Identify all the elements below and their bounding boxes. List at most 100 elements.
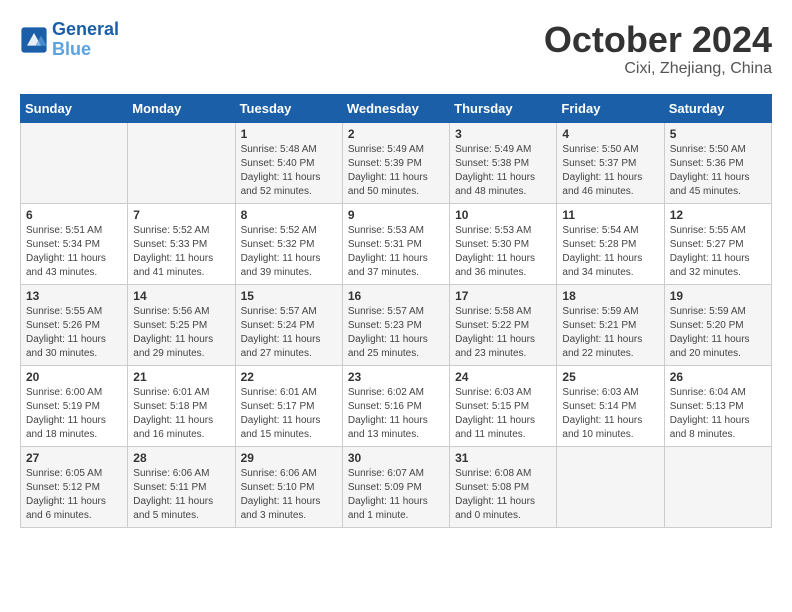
cell-content: Sunrise: 5:59 AM Sunset: 5:20 PM Dayligh… — [670, 305, 766, 361]
cell-content: Sunrise: 5:55 AM Sunset: 5:26 PM Dayligh… — [26, 305, 122, 361]
cell-content: Sunrise: 6:01 AM Sunset: 5:18 PM Dayligh… — [133, 386, 229, 442]
calendar-cell: 8 Sunrise: 5:52 AM Sunset: 5:32 PM Daylig… — [235, 203, 342, 284]
calendar-week-5: 27 Sunrise: 6:05 AM Sunset: 5:12 PM Dayli… — [21, 446, 772, 527]
cell-content: Sunrise: 6:06 AM Sunset: 5:11 PM Dayligh… — [133, 467, 229, 523]
title-block: October 2024 Cixi, Zhejiang, China — [544, 20, 772, 78]
calendar-cell — [557, 446, 664, 527]
cell-content: Sunrise: 5:56 AM Sunset: 5:25 PM Dayligh… — [133, 305, 229, 361]
location: Cixi, Zhejiang, China — [544, 60, 772, 78]
cell-content: Sunrise: 5:50 AM Sunset: 5:37 PM Dayligh… — [562, 143, 658, 199]
logo: General Blue — [20, 20, 119, 60]
day-number: 9 — [348, 208, 444, 222]
header-monday: Monday — [128, 94, 235, 122]
day-number: 13 — [26, 289, 122, 303]
calendar-cell — [128, 122, 235, 203]
cell-content: Sunrise: 6:04 AM Sunset: 5:13 PM Dayligh… — [670, 386, 766, 442]
day-number: 23 — [348, 370, 444, 384]
calendar-week-1: 1 Sunrise: 5:48 AM Sunset: 5:40 PM Daylig… — [21, 122, 772, 203]
day-number: 24 — [455, 370, 551, 384]
cell-content: Sunrise: 5:57 AM Sunset: 5:24 PM Dayligh… — [241, 305, 337, 361]
cell-content: Sunrise: 6:07 AM Sunset: 5:09 PM Dayligh… — [348, 467, 444, 523]
calendar-cell: 30 Sunrise: 6:07 AM Sunset: 5:09 PM Dayli… — [342, 446, 449, 527]
calendar-cell: 24 Sunrise: 6:03 AM Sunset: 5:15 PM Dayli… — [450, 365, 557, 446]
day-number: 27 — [26, 451, 122, 465]
cell-content: Sunrise: 6:00 AM Sunset: 5:19 PM Dayligh… — [26, 386, 122, 442]
calendar-cell: 22 Sunrise: 6:01 AM Sunset: 5:17 PM Dayli… — [235, 365, 342, 446]
calendar-cell — [664, 446, 771, 527]
page-header: General Blue October 2024 Cixi, Zhejiang… — [20, 20, 772, 78]
calendar-cell: 6Sunrise: 5:51 AM Sunset: 5:34 PM Daylig… — [21, 203, 128, 284]
calendar-cell: 28 Sunrise: 6:06 AM Sunset: 5:11 PM Dayli… — [128, 446, 235, 527]
calendar-week-3: 13 Sunrise: 5:55 AM Sunset: 5:26 PM Dayli… — [21, 284, 772, 365]
header-saturday: Saturday — [664, 94, 771, 122]
calendar-cell: 2 Sunrise: 5:49 AM Sunset: 5:39 PM Daylig… — [342, 122, 449, 203]
day-number: 19 — [670, 289, 766, 303]
cell-content: Sunrise: 5:50 AM Sunset: 5:36 PM Dayligh… — [670, 143, 766, 199]
day-number: 1 — [241, 127, 337, 141]
calendar-cell: 5 Sunrise: 5:50 AM Sunset: 5:36 PM Daylig… — [664, 122, 771, 203]
calendar-cell: 13 Sunrise: 5:55 AM Sunset: 5:26 PM Dayli… — [21, 284, 128, 365]
calendar-cell: 16Sunrise: 5:57 AM Sunset: 5:23 PM Dayli… — [342, 284, 449, 365]
cell-content: Sunrise: 6:03 AM Sunset: 5:14 PM Dayligh… — [562, 386, 658, 442]
cell-content: Sunrise: 6:03 AM Sunset: 5:15 PM Dayligh… — [455, 386, 551, 442]
calendar-cell: 29Sunrise: 6:06 AM Sunset: 5:10 PM Dayli… — [235, 446, 342, 527]
cell-content: Sunrise: 6:01 AM Sunset: 5:17 PM Dayligh… — [241, 386, 337, 442]
calendar-cell: 23 Sunrise: 6:02 AM Sunset: 5:16 PM Dayli… — [342, 365, 449, 446]
cell-content: Sunrise: 6:08 AM Sunset: 5:08 PM Dayligh… — [455, 467, 551, 523]
day-number: 25 — [562, 370, 658, 384]
calendar-week-4: 20Sunrise: 6:00 AM Sunset: 5:19 PM Dayli… — [21, 365, 772, 446]
calendar-cell: 11Sunrise: 5:54 AM Sunset: 5:28 PM Dayli… — [557, 203, 664, 284]
calendar-cell: 18 Sunrise: 5:59 AM Sunset: 5:21 PM Dayli… — [557, 284, 664, 365]
calendar-cell: 25 Sunrise: 6:03 AM Sunset: 5:14 PM Dayli… — [557, 365, 664, 446]
day-number: 14 — [133, 289, 229, 303]
day-number: 30 — [348, 451, 444, 465]
cell-content: Sunrise: 5:48 AM Sunset: 5:40 PM Dayligh… — [241, 143, 337, 199]
calendar-cell: 15Sunrise: 5:57 AM Sunset: 5:24 PM Dayli… — [235, 284, 342, 365]
cell-content: Sunrise: 5:49 AM Sunset: 5:39 PM Dayligh… — [348, 143, 444, 199]
cell-content: Sunrise: 5:51 AM Sunset: 5:34 PM Dayligh… — [26, 224, 122, 280]
cell-content: Sunrise: 5:49 AM Sunset: 5:38 PM Dayligh… — [455, 143, 551, 199]
calendar-cell: 20Sunrise: 6:00 AM Sunset: 5:19 PM Dayli… — [21, 365, 128, 446]
logo-line1: General — [52, 19, 119, 39]
header-sunday: Sunday — [21, 94, 128, 122]
day-number: 21 — [133, 370, 229, 384]
calendar-cell: 21 Sunrise: 6:01 AM Sunset: 5:18 PM Dayli… — [128, 365, 235, 446]
cell-content: Sunrise: 5:54 AM Sunset: 5:28 PM Dayligh… — [562, 224, 658, 280]
cell-content: Sunrise: 6:06 AM Sunset: 5:10 PM Dayligh… — [241, 467, 337, 523]
calendar-cell: 31Sunrise: 6:08 AM Sunset: 5:08 PM Dayli… — [450, 446, 557, 527]
calendar-cell — [21, 122, 128, 203]
calendar-cell: 12 Sunrise: 5:55 AM Sunset: 5:27 PM Dayli… — [664, 203, 771, 284]
calendar-cell: 1 Sunrise: 5:48 AM Sunset: 5:40 PM Daylig… — [235, 122, 342, 203]
logo-icon — [20, 26, 48, 54]
day-number: 8 — [241, 208, 337, 222]
month-title: October 2024 — [544, 20, 772, 60]
calendar-cell: 9Sunrise: 5:53 AM Sunset: 5:31 PM Daylig… — [342, 203, 449, 284]
day-number: 22 — [241, 370, 337, 384]
cell-content: Sunrise: 5:53 AM Sunset: 5:30 PM Dayligh… — [455, 224, 551, 280]
calendar-week-2: 6Sunrise: 5:51 AM Sunset: 5:34 PM Daylig… — [21, 203, 772, 284]
day-number: 12 — [670, 208, 766, 222]
header-tuesday: Tuesday — [235, 94, 342, 122]
day-number: 17 — [455, 289, 551, 303]
cell-content: Sunrise: 5:52 AM Sunset: 5:32 PM Dayligh… — [241, 224, 337, 280]
day-number: 18 — [562, 289, 658, 303]
calendar-cell: 7Sunrise: 5:52 AM Sunset: 5:33 PM Daylig… — [128, 203, 235, 284]
cell-content: Sunrise: 5:59 AM Sunset: 5:21 PM Dayligh… — [562, 305, 658, 361]
header-thursday: Thursday — [450, 94, 557, 122]
cell-content: Sunrise: 6:02 AM Sunset: 5:16 PM Dayligh… — [348, 386, 444, 442]
cell-content: Sunrise: 5:58 AM Sunset: 5:22 PM Dayligh… — [455, 305, 551, 361]
day-number: 2 — [348, 127, 444, 141]
day-number: 28 — [133, 451, 229, 465]
calendar-cell: 3 Sunrise: 5:49 AM Sunset: 5:38 PM Daylig… — [450, 122, 557, 203]
cell-content: Sunrise: 6:05 AM Sunset: 5:12 PM Dayligh… — [26, 467, 122, 523]
calendar-cell: 27 Sunrise: 6:05 AM Sunset: 5:12 PM Dayli… — [21, 446, 128, 527]
cell-content: Sunrise: 5:55 AM Sunset: 5:27 PM Dayligh… — [670, 224, 766, 280]
day-number: 3 — [455, 127, 551, 141]
day-number: 10 — [455, 208, 551, 222]
day-number: 16 — [348, 289, 444, 303]
header-wednesday: Wednesday — [342, 94, 449, 122]
calendar-cell: 10 Sunrise: 5:53 AM Sunset: 5:30 PM Dayli… — [450, 203, 557, 284]
day-number: 5 — [670, 127, 766, 141]
day-number: 4 — [562, 127, 658, 141]
header-friday: Friday — [557, 94, 664, 122]
